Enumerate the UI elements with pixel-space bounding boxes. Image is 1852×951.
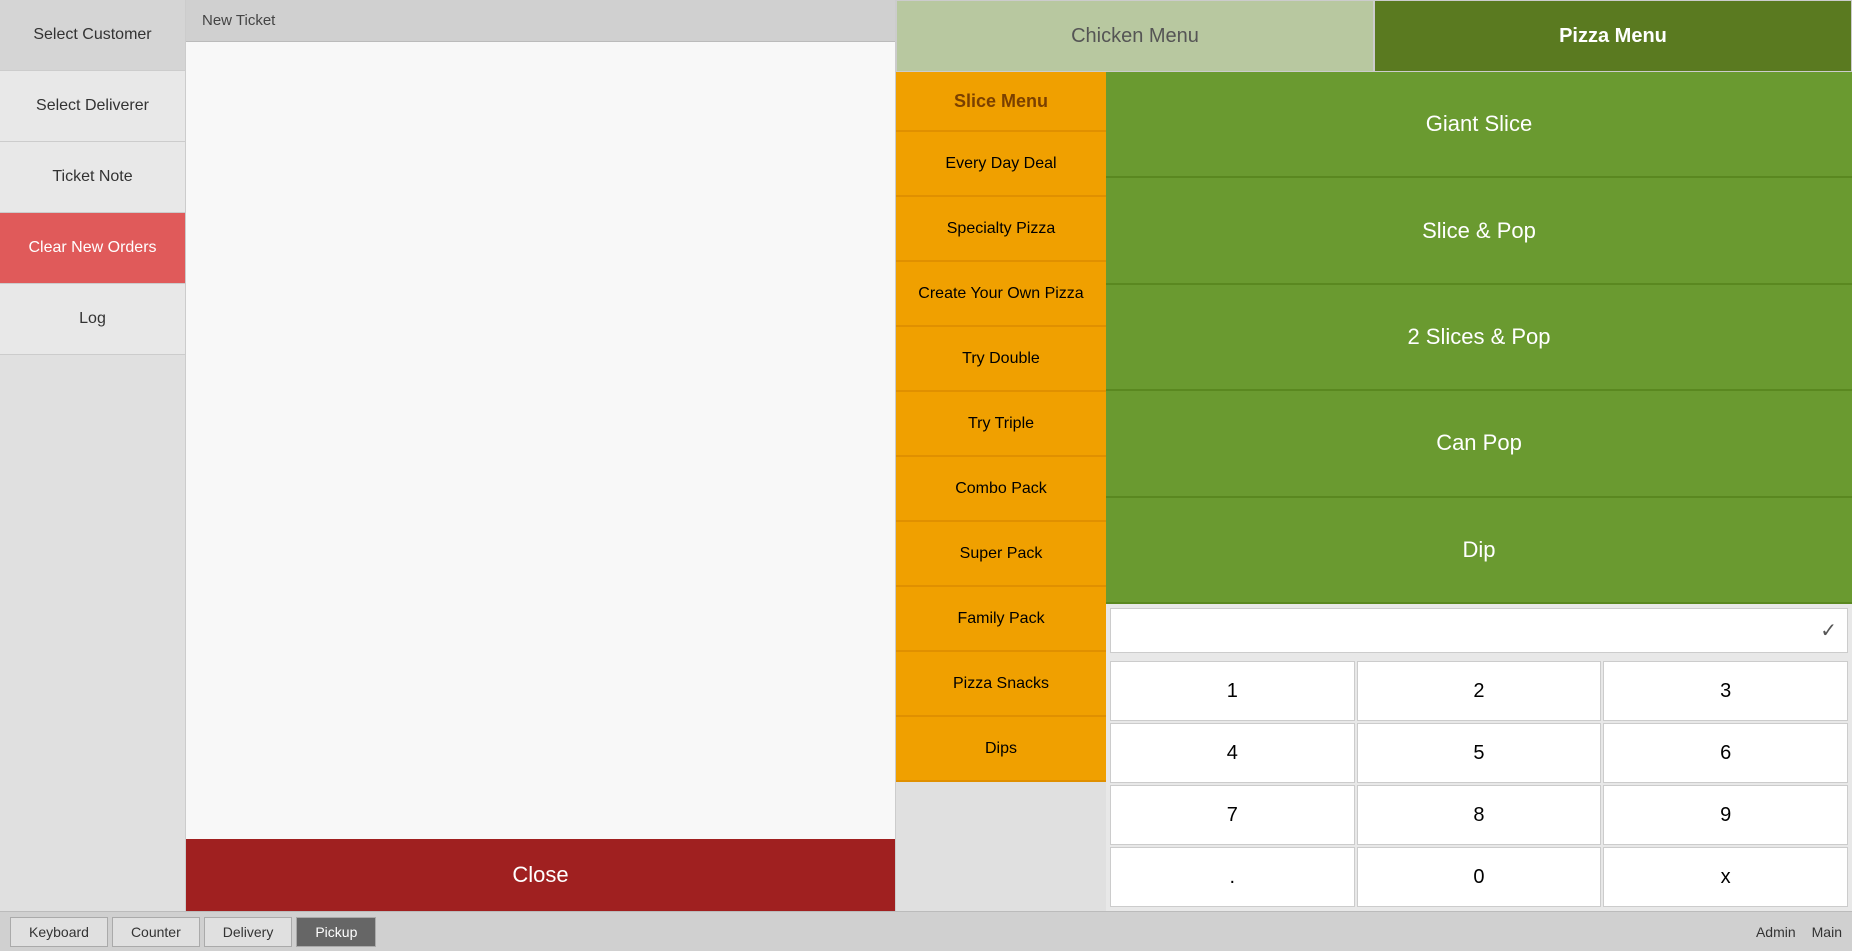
ticket-header: New Ticket: [186, 0, 895, 42]
numpad-key-3[interactable]: 3: [1603, 661, 1848, 721]
menu-content: Slice Menu Every Day DealSpecialty Pizza…: [896, 72, 1852, 911]
numpad-check-icon[interactable]: ✓: [1820, 618, 1837, 643]
slice-item-create-your-own-pizza[interactable]: Create Your Own Pizza: [896, 262, 1106, 327]
slice-item-try-double[interactable]: Try Double: [896, 327, 1106, 392]
bottom-tab-keyboard[interactable]: Keyboard: [10, 917, 108, 947]
numpad-grid: 123 456 789.0x: [1106, 657, 1852, 911]
slice-item-specialty-pizza[interactable]: Specialty Pizza: [896, 197, 1106, 262]
items-column: Giant SliceSlice & Pop2 Slices & PopCan …: [1106, 72, 1852, 911]
slice-menu-column: Slice Menu Every Day DealSpecialty Pizza…: [896, 72, 1106, 911]
numpad-key-.[interactable]: .: [1110, 847, 1355, 907]
slice-item-dips[interactable]: Dips: [896, 717, 1106, 782]
bottom-tab-pickup[interactable]: Pickup: [296, 917, 376, 947]
main-area: Select CustomerSelect DelivererTicket No…: [0, 0, 1852, 911]
admin-label: Admin: [1756, 924, 1796, 940]
numpad-area: ✓ 123 456 789.0x: [1106, 604, 1852, 911]
bottom-tab-delivery[interactable]: Delivery: [204, 917, 293, 947]
numpad-key-6[interactable]: 6: [1603, 723, 1848, 783]
slice-item-super-pack[interactable]: Super Pack: [896, 522, 1106, 587]
main-label: Main: [1812, 924, 1842, 940]
menu-item-giant-slice[interactable]: Giant Slice: [1106, 72, 1852, 178]
numpad-key-5[interactable]: 5: [1357, 723, 1602, 783]
bottom-tabs: KeyboardCounterDeliveryPickup: [10, 917, 378, 947]
slice-item-family-pack[interactable]: Family Pack: [896, 587, 1106, 652]
items-list: Giant SliceSlice & Pop2 Slices & PopCan …: [1106, 72, 1852, 604]
slice-item-try-triple[interactable]: Try Triple: [896, 392, 1106, 457]
close-button[interactable]: Close: [186, 839, 895, 911]
numpad-key-7[interactable]: 7: [1110, 785, 1355, 845]
numpad-display: ✓: [1110, 608, 1848, 653]
right-panel: Chicken MenuPizza Menu Slice Menu Every …: [896, 0, 1852, 911]
ticket-body: [186, 42, 895, 839]
numpad-key-8[interactable]: 8: [1357, 785, 1602, 845]
menu-item-can-pop[interactable]: Can Pop: [1106, 391, 1852, 497]
bottom-tab-counter[interactable]: Counter: [112, 917, 200, 947]
bottom-bar: KeyboardCounterDeliveryPickup Admin Main: [0, 911, 1852, 951]
slice-item-every-day-deal[interactable]: Every Day Deal: [896, 132, 1106, 197]
slice-item-combo-pack[interactable]: Combo Pack: [896, 457, 1106, 522]
slice-menu-header: Slice Menu: [896, 72, 1106, 132]
menu-item-dip[interactable]: Dip: [1106, 498, 1852, 604]
slice-item-pizza-snacks[interactable]: Pizza Snacks: [896, 652, 1106, 717]
menu-tabs: Chicken MenuPizza Menu: [896, 0, 1852, 72]
sidebar-btn-select-deliverer[interactable]: Select Deliverer: [0, 71, 185, 142]
sidebar-btn-ticket-note[interactable]: Ticket Note: [0, 142, 185, 213]
menu-tab-0[interactable]: Chicken Menu: [896, 0, 1374, 72]
sidebar-btn-clear-new-orders[interactable]: Clear New Orders: [0, 213, 185, 284]
numpad-key-x[interactable]: x: [1603, 847, 1848, 907]
menu-item-2-slices-pop[interactable]: 2 Slices & Pop: [1106, 285, 1852, 391]
ticket-area: New Ticket Close: [186, 0, 896, 911]
menu-tab-1[interactable]: Pizza Menu: [1374, 0, 1852, 72]
numpad-key-0[interactable]: 0: [1357, 847, 1602, 907]
sidebar-btn-select-customer[interactable]: Select Customer: [0, 0, 185, 71]
bottom-right: Admin Main: [1756, 924, 1842, 940]
numpad-key-1[interactable]: 1: [1110, 661, 1355, 721]
sidebar: Select CustomerSelect DelivererTicket No…: [0, 0, 186, 911]
numpad-key-2[interactable]: 2: [1357, 661, 1602, 721]
sidebar-btn-log[interactable]: Log: [0, 284, 185, 355]
menu-item-slice-pop[interactable]: Slice & Pop: [1106, 178, 1852, 284]
numpad-key-9[interactable]: 9: [1603, 785, 1848, 845]
numpad-key-4[interactable]: 4: [1110, 723, 1355, 783]
